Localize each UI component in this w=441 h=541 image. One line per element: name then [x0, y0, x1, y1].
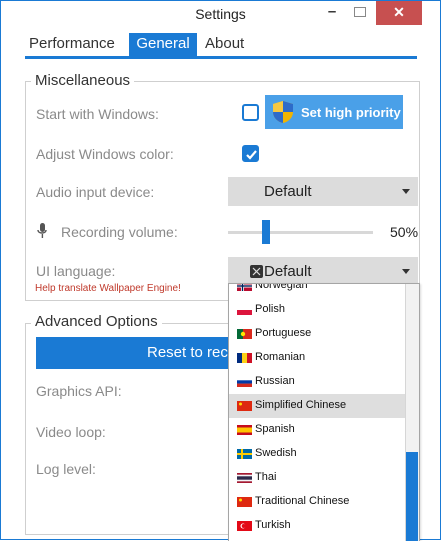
spain-flag-icon — [237, 425, 252, 435]
adjust-windows-color-checkbox[interactable] — [242, 145, 259, 162]
close-button[interactable]: ✕ — [376, 1, 422, 25]
microphone-icon — [37, 223, 47, 244]
minimize-button[interactable]: – — [319, 1, 345, 25]
thailand-flag-icon — [237, 473, 252, 483]
start-with-windows-checkbox[interactable] — [242, 104, 259, 121]
graphics-api-label: Graphics API: — [36, 383, 122, 399]
audio-input-value: Default — [264, 183, 312, 200]
maximize-button[interactable] — [345, 1, 375, 25]
tab-general[interactable]: General — [129, 33, 197, 56]
video-loop-label: Video loop: — [36, 424, 106, 440]
list-item-norwegian[interactable]: Norwegian — [229, 283, 405, 298]
portugal-flag-icon — [237, 329, 252, 339]
list-item-polish[interactable]: Polish — [229, 298, 405, 322]
start-with-windows-label: Start with Windows: — [36, 106, 159, 122]
list-item-label: Turkish — [255, 519, 291, 531]
china-flag-icon — [237, 401, 252, 411]
audio-input-select[interactable]: Default — [228, 177, 418, 206]
recording-volume-thumb[interactable] — [262, 220, 270, 244]
log-level-label: Log level: — [36, 461, 96, 477]
reset-label: Reset to rec — [147, 344, 228, 361]
list-item-label: Thai — [255, 471, 277, 483]
language-dropdown-list[interactable]: Norwegian Polish Portuguese Romanian Rus… — [228, 283, 420, 541]
miscellaneous-title: Miscellaneous — [31, 72, 135, 89]
uac-shield-icon — [271, 100, 295, 127]
norway-flag-icon — [237, 284, 252, 291]
list-item-portuguese[interactable]: Portuguese — [229, 322, 405, 346]
chevron-down-icon — [402, 269, 410, 274]
romania-flag-icon — [237, 353, 252, 363]
list-item-label: Swedish — [255, 447, 297, 459]
ui-language-select[interactable]: Default — [228, 257, 418, 286]
list-item-romanian[interactable]: Romanian — [229, 346, 405, 370]
set-high-priority-button[interactable]: Set high priority — [265, 95, 403, 129]
recording-volume-track[interactable] — [228, 231, 373, 234]
china-flag-icon — [237, 497, 252, 507]
ui-language-label: UI language: — [36, 263, 116, 279]
list-item-label: Simplified Chinese — [255, 399, 347, 411]
checkmark-icon — [246, 150, 257, 160]
list-item-swedish[interactable]: Swedish — [229, 442, 405, 466]
list-item-label: Romanian — [255, 351, 306, 363]
sweden-flag-icon — [237, 449, 252, 459]
tab-performance[interactable]: Performance — [25, 33, 125, 56]
tab-underline — [25, 56, 417, 59]
maximize-icon — [354, 7, 366, 17]
advanced-options-title: Advanced Options — [31, 313, 162, 330]
list-item-label: Spanish — [255, 423, 295, 435]
turkey-flag-icon — [237, 521, 252, 531]
list-item-spanish[interactable]: Spanish — [229, 418, 405, 442]
list-item-russian[interactable]: Russian — [229, 370, 405, 394]
list-item-traditional-chinese[interactable]: Traditional Chinese — [229, 490, 405, 514]
set-high-priority-label: Set high priority — [301, 105, 401, 120]
list-item-label: Norwegian — [255, 283, 308, 291]
list-item-label: Polish — [255, 303, 285, 315]
list-item-simplified-chinese[interactable]: Simplified Chinese — [229, 394, 405, 418]
title-bar: Settings – ✕ — [1, 1, 440, 29]
dropdown-scrollbar-thumb[interactable] — [406, 452, 418, 541]
chevron-down-icon — [402, 189, 410, 194]
recording-volume-value: 50% — [390, 224, 419, 240]
list-item-label: Portuguese — [255, 327, 312, 339]
audio-input-label: Audio input device: — [36, 184, 155, 200]
tab-about[interactable]: About — [201, 33, 259, 56]
help-translate-link[interactable]: Help translate Wallpaper Engine! — [35, 283, 181, 294]
list-item-label: Russian — [255, 375, 295, 387]
list-item-label: Traditional Chinese — [255, 495, 350, 507]
ui-language-value: Default — [264, 263, 312, 280]
adjust-windows-color-label: Adjust Windows color: — [36, 146, 174, 162]
poland-flag-icon — [237, 305, 252, 315]
list-item-turkish[interactable]: Turkish — [229, 514, 405, 538]
recording-volume-label: Recording volume: — [61, 224, 178, 240]
russia-flag-icon — [237, 377, 252, 387]
language-globe-icon — [250, 265, 263, 282]
list-item-thai[interactable]: Thai — [229, 466, 405, 490]
